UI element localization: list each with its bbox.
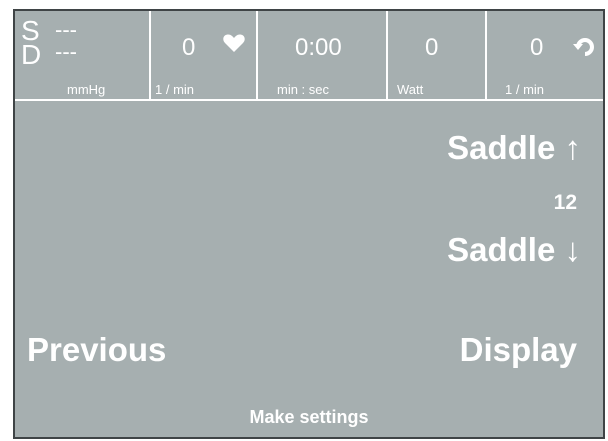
time-unit: min : sec [277, 82, 330, 97]
diastolic-value: --- [55, 39, 77, 64]
systolic-value: --- [55, 17, 77, 42]
power-cell: 0 Watt [388, 11, 487, 99]
rotation-icon [572, 35, 596, 69]
arrow-down-icon: ↓ [564, 231, 582, 268]
arrow-up-icon: ↑ [564, 129, 582, 166]
time-cell: 0:00 min : sec [258, 11, 388, 99]
power-unit: Watt [397, 82, 424, 97]
make-settings-button[interactable]: Make settings [15, 406, 603, 428]
diastolic-label: D [21, 39, 42, 70]
display-button[interactable]: Display [460, 330, 577, 370]
heart-icon [223, 33, 245, 63]
status-bar: S --- D --- mmHg 0 1 / min 0:00 min : se… [15, 11, 603, 101]
cadence-cell: 0 1 / min [487, 11, 603, 99]
blood-pressure-unit: mmHg [67, 82, 106, 97]
blood-pressure-cell: S --- D --- mmHg [15, 11, 151, 99]
heart-rate-cell: 0 1 / min [151, 11, 258, 99]
saddle-down-label: Saddle [447, 231, 556, 268]
saddle-position-value: 12 [553, 191, 577, 214]
cadence-unit: 1 / min [505, 82, 545, 97]
heart-rate-value: 0 [182, 34, 196, 61]
time-value: 0:00 [295, 34, 342, 61]
ergometer-screen: S --- D --- mmHg 0 1 / min 0:00 min : se… [13, 9, 605, 439]
cadence-value: 0 [530, 34, 544, 61]
saddle-down-button[interactable]: Saddle ↓ [447, 230, 581, 270]
previous-button[interactable]: Previous [27, 330, 166, 370]
saddle-up-label: Saddle [447, 129, 556, 166]
power-value: 0 [425, 34, 439, 61]
heart-rate-unit: 1 / min [155, 82, 195, 97]
saddle-up-button[interactable]: Saddle ↑ [447, 128, 581, 168]
